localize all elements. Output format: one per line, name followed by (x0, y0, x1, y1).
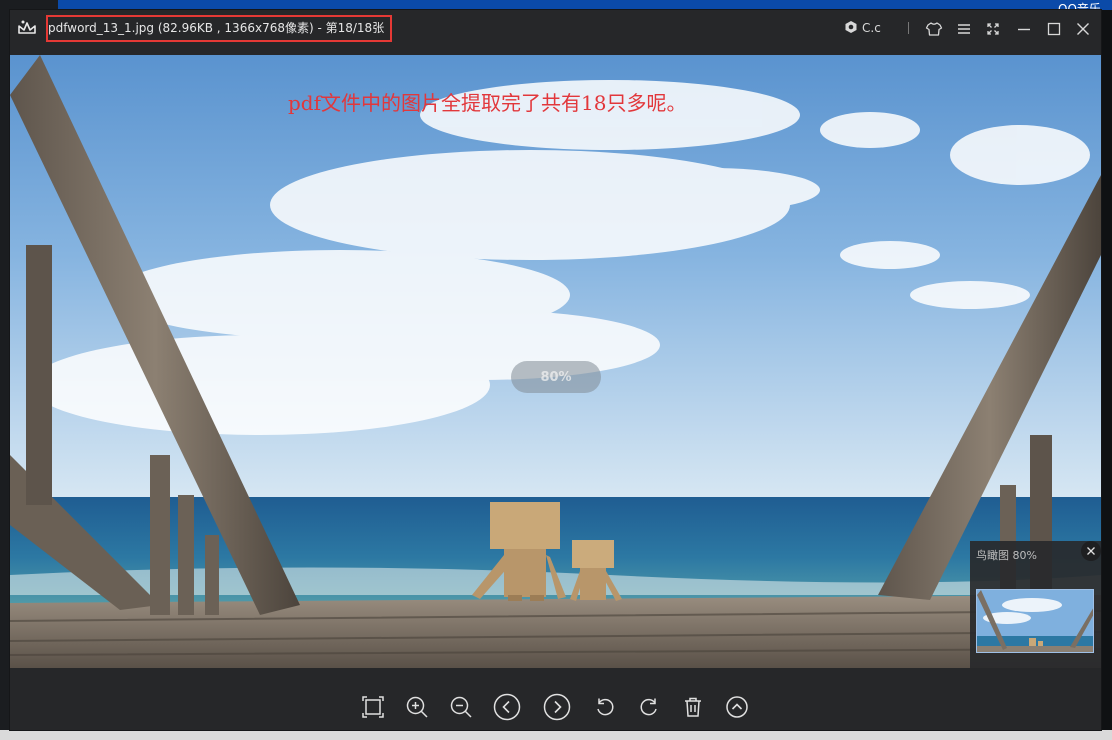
close-button[interactable] (1074, 20, 1092, 38)
desktop-right-edge (1100, 10, 1112, 730)
skin-button[interactable] (925, 20, 943, 38)
zoom-out-icon (450, 696, 472, 718)
account-label: C.c (862, 21, 881, 35)
menu-icon (958, 24, 970, 34)
rotate-left-button[interactable] (590, 692, 620, 722)
previous-image-button[interactable] (492, 692, 522, 722)
desktop-bottom-strip (0, 730, 1112, 740)
image-viewer-window: pdfword_13_1.jpg (82.96KB , 1366x768像素) … (10, 10, 1101, 730)
minimize-icon (1018, 28, 1030, 31)
zoom-in-icon (406, 696, 428, 718)
navigator-title: 鸟瞰图 80% (976, 549, 1037, 562)
image-canvas[interactable]: pdf文件中的图片全提取完了共有18只多呢。 80% 鸟瞰图 80% (10, 55, 1101, 668)
navigator-thumbnail[interactable] (976, 589, 1094, 653)
maximize-button[interactable] (1045, 20, 1063, 38)
more-up-icon (726, 696, 748, 718)
maximize-icon (1047, 22, 1061, 36)
zoom-out-button[interactable] (446, 692, 476, 722)
skin-shirt-icon (925, 22, 943, 36)
navigator-panel: 鸟瞰图 80% (970, 541, 1101, 668)
zoom-level-indicator: 80% (511, 361, 601, 393)
app-logo-icon (17, 18, 37, 36)
fullscreen-icon (987, 23, 999, 35)
rotate-right-button[interactable] (634, 692, 664, 722)
desktop-background-strip (58, 0, 1112, 10)
minimize-button[interactable] (1015, 20, 1033, 38)
delete-icon (685, 697, 701, 717)
account-button[interactable]: C.c (844, 18, 881, 38)
rotate-right-icon (640, 698, 657, 716)
title-bar: pdfword_13_1.jpg (82.96KB , 1366x768像素) … (10, 10, 1101, 54)
menu-button[interactable] (955, 20, 973, 38)
navigator-close-button[interactable] (1081, 541, 1101, 561)
bottom-toolbar (10, 668, 1101, 730)
account-badge-icon (844, 19, 858, 38)
delete-button[interactable] (678, 692, 708, 722)
rotate-left-icon (597, 698, 614, 716)
more-options-button[interactable] (722, 692, 752, 722)
close-icon (1087, 547, 1095, 555)
fit-window-button[interactable] (358, 692, 388, 722)
fullscreen-button[interactable] (984, 20, 1002, 38)
image-caption-text: pdf文件中的图片全提取完了共有18只多呢。 (288, 91, 687, 115)
close-icon (1077, 23, 1089, 35)
titlebar-separator (908, 22, 909, 34)
zoom-in-button[interactable] (402, 692, 432, 722)
previous-icon (493, 693, 521, 721)
next-icon (543, 693, 571, 721)
fit-window-icon (362, 696, 384, 718)
next-image-button[interactable] (542, 692, 572, 722)
window-title: pdfword_13_1.jpg (82.96KB , 1366x768像素) … (48, 21, 385, 35)
